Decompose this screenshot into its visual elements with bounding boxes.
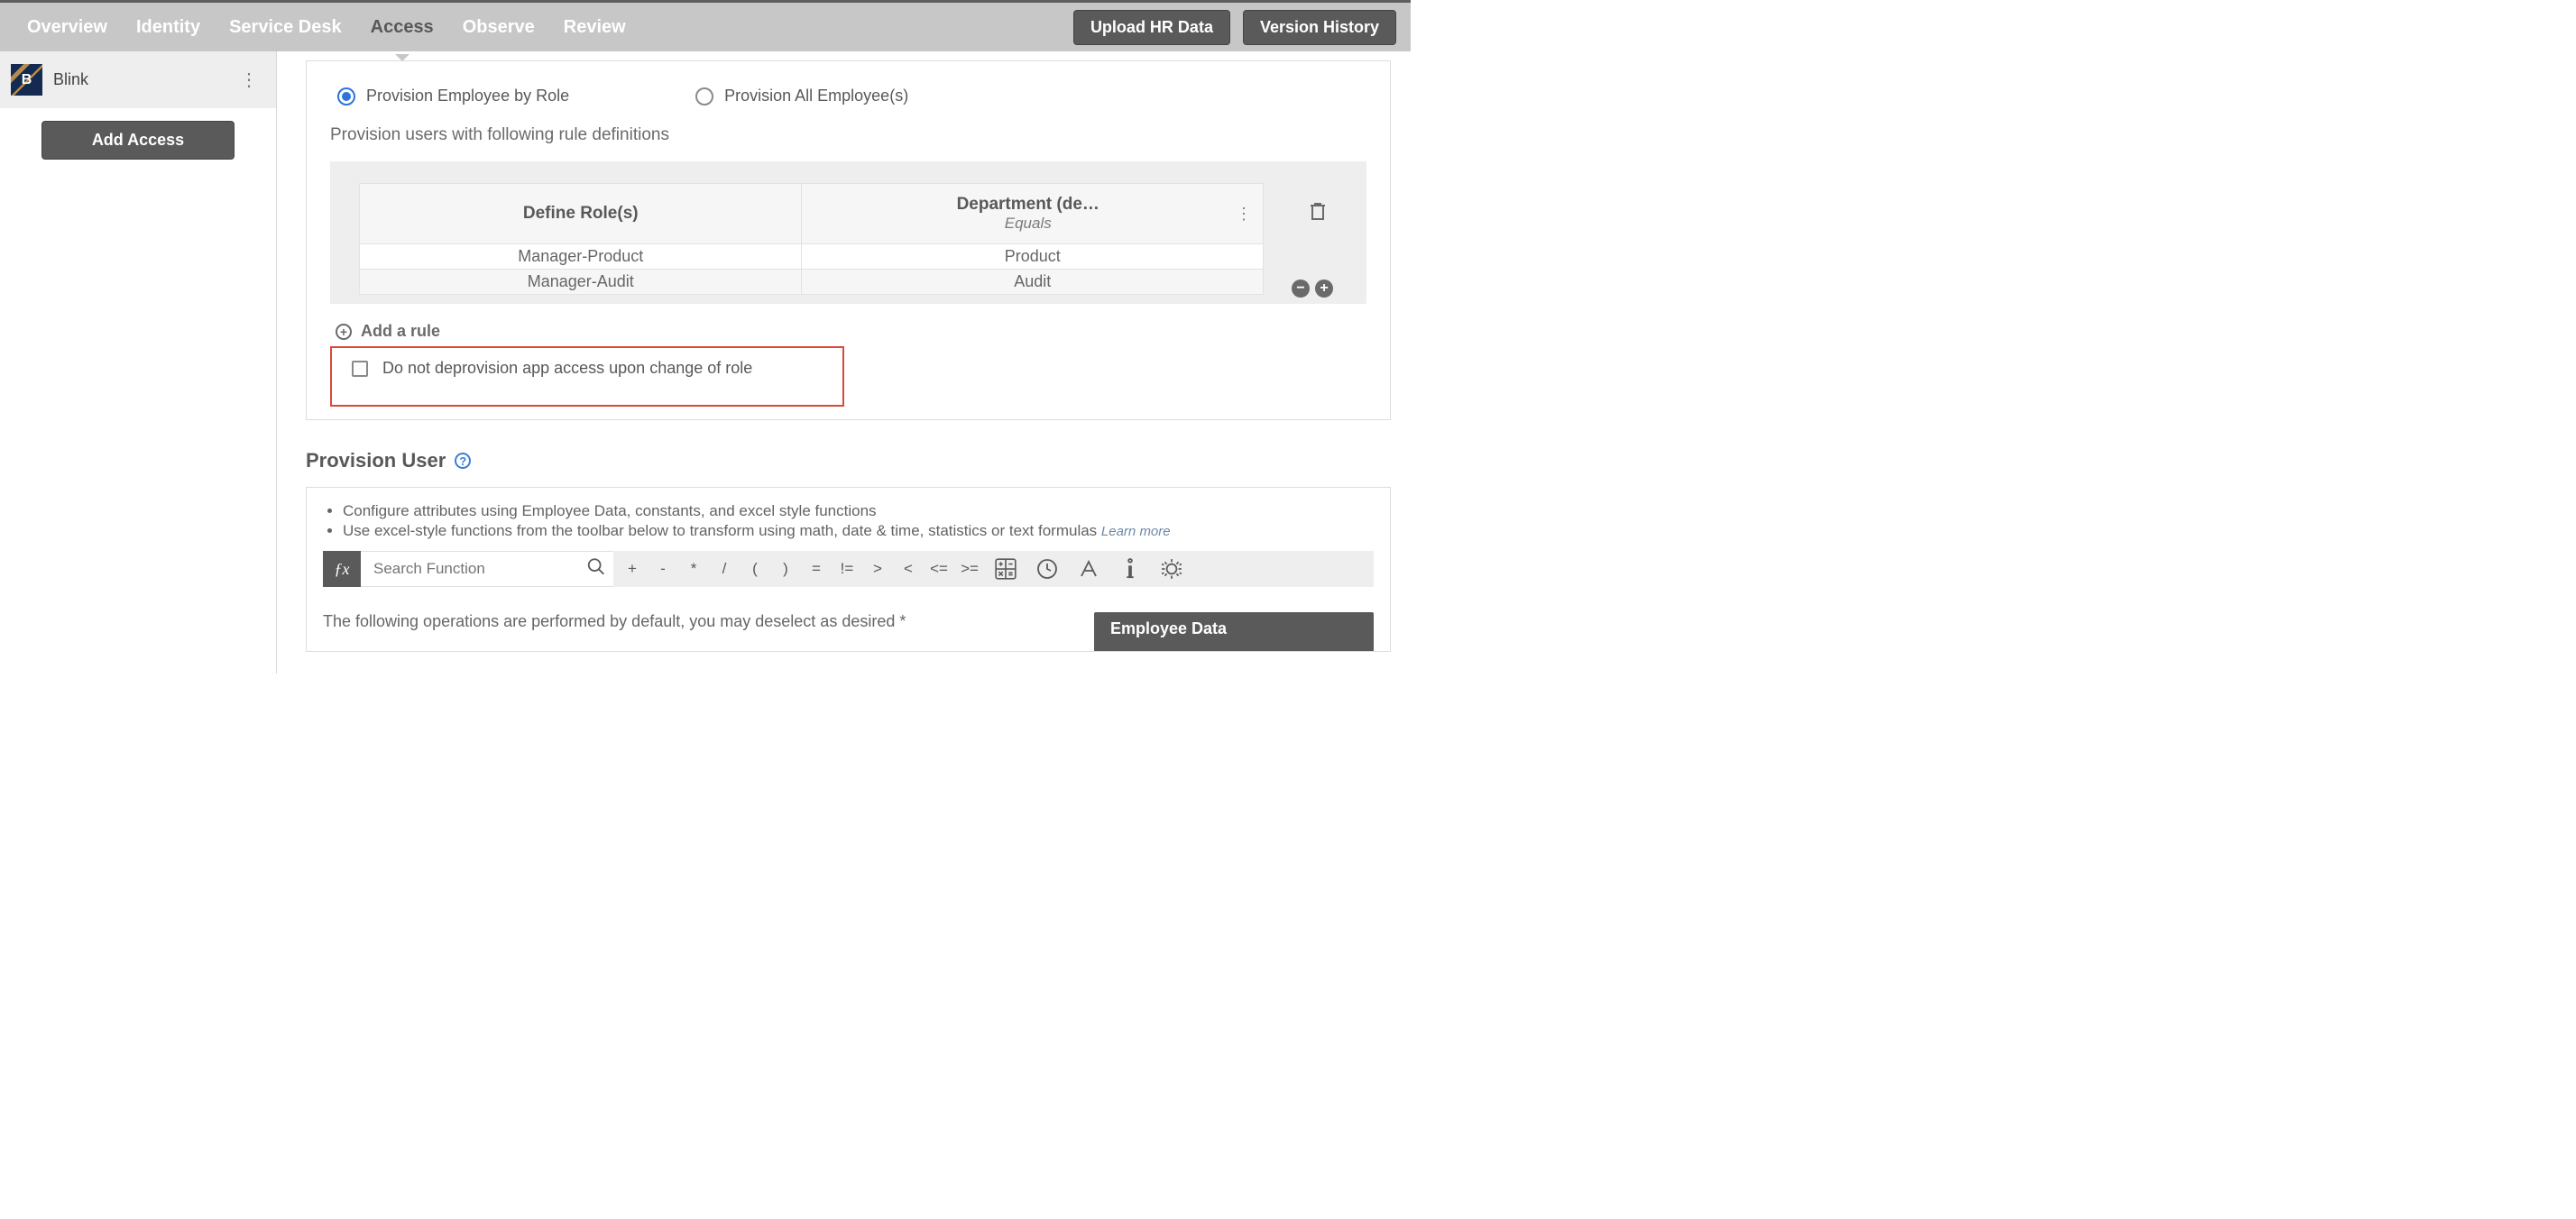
function-search-wrap	[361, 551, 613, 587]
tab-identity[interactable]: Identity	[124, 5, 213, 50]
trash-icon[interactable]	[1309, 201, 1327, 225]
math-functions-icon[interactable]	[985, 557, 1026, 581]
op-less[interactable]: <	[893, 560, 924, 578]
provision-user-card: Configure attributes using Employee Data…	[306, 487, 1391, 652]
op-greater[interactable]: >	[862, 560, 893, 578]
search-icon[interactable]	[586, 557, 606, 582]
app-logo-icon: B	[11, 64, 42, 96]
op-divide[interactable]: /	[709, 560, 740, 578]
row-add-remove-buttons: − +	[1292, 280, 1333, 298]
sidebar-app-item[interactable]: B Blink ⋮	[0, 51, 276, 108]
function-operators-bar: + - * / ( ) = != > < <= >=	[613, 551, 1374, 587]
column-kebab-icon[interactable]: ⋮	[1236, 205, 1252, 224]
op-paren-open[interactable]: (	[740, 560, 770, 578]
function-toolbar: ƒx + - * / ( ) = != > <	[323, 551, 1374, 587]
instruction-text: Use excel-style functions from the toolb…	[343, 522, 1101, 539]
rule-table-header: Define Role(s) Department (de… Equals ⋮	[359, 183, 1264, 244]
sidebar: B Blink ⋮ Add Access	[0, 51, 277, 674]
rule-row-role: Manager-Product	[360, 244, 802, 269]
op-greater-equal[interactable]: >=	[954, 560, 985, 578]
rule-row-dept: Audit − +	[802, 270, 1263, 294]
rule-table-row: Manager-Audit Audit − +	[359, 270, 1264, 295]
rule-definitions-block: Define Role(s) Department (de… Equals ⋮ …	[330, 161, 1366, 304]
rule-table-row: Manager-Product Product	[359, 244, 1264, 270]
add-rule-button[interactable]: + Add a rule	[330, 322, 1366, 341]
instruction-item: Configure attributes using Employee Data…	[343, 502, 1374, 520]
op-plus[interactable]: +	[617, 560, 648, 578]
rule-header-define-roles: Define Role(s)	[360, 184, 802, 243]
rule-header-dept-title: Department (de…	[820, 195, 1236, 215]
provision-user-title: Provision User	[306, 449, 446, 472]
instructions-list: Configure attributes using Employee Data…	[323, 502, 1374, 540]
tab-access[interactable]: Access	[358, 5, 446, 50]
remove-row-button[interactable]: −	[1292, 280, 1310, 298]
rule-table: Define Role(s) Department (de… Equals ⋮ …	[359, 183, 1264, 295]
fx-icon: ƒx	[323, 551, 361, 587]
rule-row-dept: Product	[802, 244, 1263, 269]
misc-functions-icon[interactable]	[1151, 557, 1192, 581]
rule-row-role: Manager-Audit	[360, 270, 802, 294]
tab-service-desk[interactable]: Service Desk	[216, 5, 354, 50]
checkbox-empty-icon[interactable]	[352, 361, 368, 377]
op-multiply[interactable]: *	[678, 560, 709, 578]
upload-hr-data-button[interactable]: Upload HR Data	[1073, 10, 1230, 45]
delete-rule-column	[1291, 183, 1345, 225]
deprovision-checkbox-row[interactable]: Do not deprovision app access upon chang…	[352, 359, 828, 378]
top-navbar: Overview Identity Service Desk Access Ob…	[0, 0, 1411, 51]
plus-circle-icon: +	[336, 324, 352, 340]
radio-by-role-label: Provision Employee by Role	[366, 87, 569, 105]
radio-selected-icon	[337, 87, 355, 105]
tab-overview[interactable]: Overview	[14, 5, 120, 50]
op-less-equal[interactable]: <=	[924, 560, 954, 578]
info-icon[interactable]	[1109, 557, 1151, 581]
add-access-button[interactable]: Add Access	[41, 121, 235, 160]
main-content: Provision Employee by Role Provision All…	[277, 51, 1411, 674]
tab-observe[interactable]: Observe	[450, 5, 547, 50]
tab-review[interactable]: Review	[551, 5, 639, 50]
default-ops-text: The following operations are performed b…	[323, 612, 906, 631]
op-equals[interactable]: =	[801, 560, 832, 578]
default-ops-row: The following operations are performed b…	[323, 612, 1374, 651]
rule-header-dept-operator: Equals	[820, 215, 1236, 233]
op-paren-close[interactable]: )	[770, 560, 801, 578]
instruction-item: Use excel-style functions from the toolb…	[343, 522, 1374, 540]
text-functions-icon[interactable]	[1068, 558, 1109, 580]
learn-more-link[interactable]: Learn more	[1101, 524, 1171, 539]
add-rule-label: Add a rule	[361, 322, 440, 341]
rule-subheading: Provision users with following rule defi…	[330, 125, 1366, 145]
op-minus[interactable]: -	[648, 560, 678, 578]
employee-data-button[interactable]: Employee Data	[1094, 612, 1374, 651]
deprovision-checkbox-label: Do not deprovision app access upon chang…	[382, 359, 752, 378]
op-not-equals[interactable]: !=	[832, 560, 862, 578]
date-time-icon[interactable]	[1026, 558, 1068, 580]
version-history-button[interactable]: Version History	[1243, 10, 1396, 45]
provision-user-title-row: Provision User ?	[306, 449, 1391, 472]
nav-tabs: Overview Identity Service Desk Access Ob…	[14, 5, 639, 50]
sidebar-app-name: Blink	[53, 70, 88, 89]
rule-header-department: Department (de… Equals ⋮	[802, 186, 1263, 242]
provision-rules-card: Provision Employee by Role Provision All…	[306, 60, 1391, 420]
radio-provision-all[interactable]: Provision All Employee(s)	[695, 87, 908, 105]
rule-row-dept-text: Audit	[1014, 272, 1051, 290]
radio-all-label: Provision All Employee(s)	[724, 87, 908, 105]
radio-unselected-icon	[695, 87, 713, 105]
help-icon[interactable]: ?	[455, 453, 471, 469]
kebab-menu-icon[interactable]: ⋮	[240, 69, 258, 91]
provision-mode-radio-group: Provision Employee by Role Provision All…	[330, 87, 1366, 105]
deprovision-highlight-box: Do not deprovision app access upon chang…	[330, 346, 844, 407]
add-row-button[interactable]: +	[1315, 280, 1333, 298]
function-search-input[interactable]	[361, 552, 613, 586]
radio-provision-by-role[interactable]: Provision Employee by Role	[337, 87, 569, 105]
